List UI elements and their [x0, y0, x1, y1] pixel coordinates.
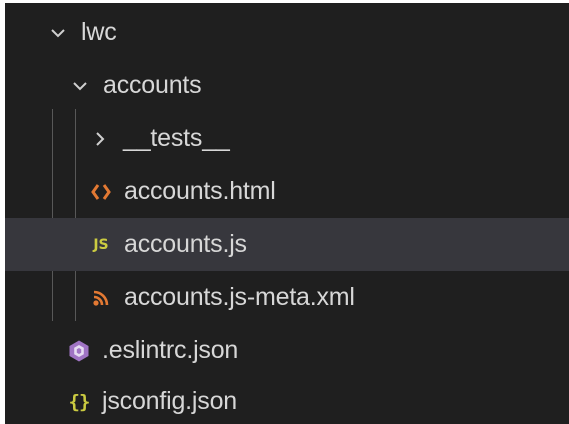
tree-item-accounts-js-meta-xml[interactable]: accounts.js-meta.xml — [5, 271, 569, 324]
tree-item-label: .eslintrc.json — [102, 336, 239, 364]
tree-item-accounts[interactable]: accounts — [5, 59, 569, 112]
tree-item-label: lwc — [81, 18, 117, 46]
tree-item-lwc[interactable]: lwc — [5, 6, 569, 59]
chevron-down-icon — [47, 22, 69, 44]
tree-item-tests[interactable]: __tests__ — [5, 112, 569, 165]
tree-item-label: jsconfig.json — [102, 387, 237, 415]
tree-item-jsconfig-json[interactable]: {} jsconfig.json — [5, 375, 569, 424]
tree-item-accounts-html[interactable]: accounts.html — [5, 165, 569, 218]
json-icon: {} — [67, 390, 91, 414]
chevron-right-icon — [89, 128, 111, 150]
tree-item-label: accounts.js — [124, 230, 247, 258]
tree-item-label: __tests__ — [123, 124, 230, 152]
tree-item-label: accounts — [103, 71, 202, 99]
tree-item-accounts-js[interactable]: JS accounts.js — [5, 218, 569, 271]
rss-xml-icon — [89, 286, 113, 310]
html-icon — [89, 180, 113, 204]
javascript-badge: JS — [93, 236, 109, 253]
javascript-icon: JS — [89, 233, 113, 257]
chevron-down-icon — [69, 75, 91, 97]
tree-item-label: accounts.html — [124, 177, 276, 205]
file-explorer-panel: lwc accounts __tests__ accounts.html JS … — [5, 3, 569, 424]
json-braces-badge: {} — [68, 390, 91, 413]
tree-item-eslintrc-json[interactable]: .eslintrc.json — [5, 324, 569, 377]
tree-item-label: accounts.js-meta.xml — [124, 283, 355, 311]
eslint-icon — [67, 339, 91, 363]
